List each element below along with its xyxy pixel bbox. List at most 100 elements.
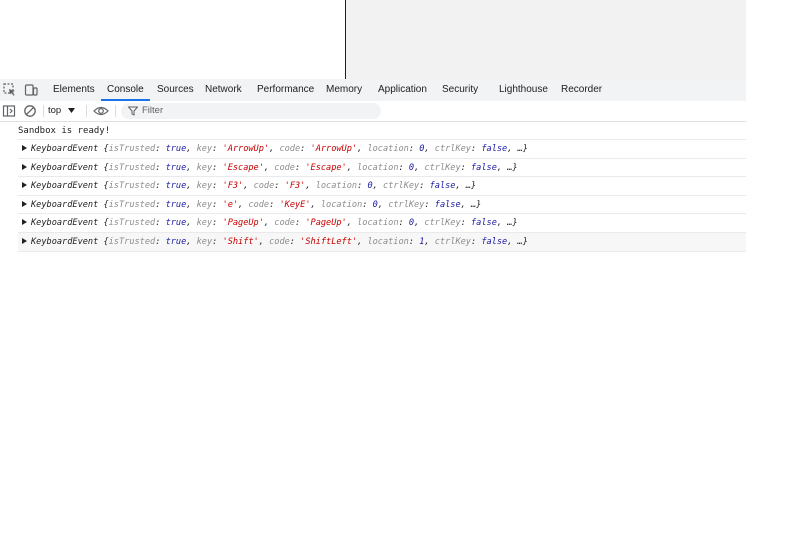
console-log-message: Sandbox is ready!	[18, 126, 111, 136]
value-code: 'ShiftLeft'	[300, 237, 358, 247]
console-event-row[interactable]: KeyboardEvent {isTrusted: true, key: 'Ar…	[18, 139, 746, 158]
tab-performance[interactable]: Performance	[251, 79, 320, 101]
syntax-token: :	[424, 199, 435, 210]
filter-icon	[128, 106, 138, 116]
value-key: 'Shift'	[222, 237, 259, 247]
tab-lighthouse[interactable]: Lighthouse	[493, 79, 554, 101]
event-type: KeyboardEvent	[31, 199, 99, 210]
console-event-row[interactable]: KeyboardEvent {isTrusted: true, key: 'Pa…	[18, 213, 746, 232]
syntax-token: ,	[186, 218, 197, 229]
syntax-token: ,	[346, 162, 358, 173]
syntax-token: , …}	[460, 199, 482, 210]
syntax-token: :	[460, 218, 471, 229]
sidebar-toggle-icon[interactable]	[2, 104, 16, 118]
syntax-token: :	[212, 199, 223, 210]
value-code: 'F3'	[284, 181, 306, 192]
filter-input[interactable]: Filter	[121, 103, 381, 119]
value-ctrlkey: false	[481, 237, 508, 247]
syntax-token: :	[470, 237, 482, 247]
tab-console[interactable]: Console	[101, 79, 150, 101]
console-event-row[interactable]: KeyboardEvent {isTrusted: true, key: 'F3…	[18, 176, 746, 195]
value-code: 'Escape'	[305, 162, 347, 173]
live-expression-eye-icon[interactable]	[93, 104, 109, 118]
expand-triangle-icon[interactable]	[22, 182, 27, 189]
syntax-token: :	[155, 181, 166, 192]
tab-elements[interactable]: Elements	[47, 79, 101, 101]
syntax-token: ,	[357, 237, 368, 247]
syntax-token: ,	[269, 144, 280, 154]
inspect-element-icon[interactable]	[3, 83, 17, 97]
syntax-token: :	[155, 144, 166, 154]
syntax-token: ctrlKey	[424, 162, 461, 173]
syntax-token: ctrlKey	[434, 144, 471, 154]
toolbar-divider	[43, 105, 44, 117]
syntax-token: ,	[357, 144, 368, 154]
syntax-token: isTrusted	[108, 218, 156, 229]
value-key: 'ArrowUp'	[222, 144, 270, 154]
tab-sources[interactable]: Sources	[151, 79, 200, 101]
tab-recorder[interactable]: Recorder	[555, 79, 608, 101]
event-summary: KeyboardEvent {isTrusted: true, key: 'Es…	[31, 159, 518, 177]
expand-triangle-icon[interactable]	[22, 200, 27, 207]
value-key: 'e'	[222, 199, 239, 210]
syntax-token: ,	[186, 144, 197, 154]
event-type: KeyboardEvent	[31, 237, 99, 247]
syntax-token: :	[155, 162, 166, 173]
clear-console-icon[interactable]	[23, 104, 37, 118]
context-selector[interactable]: top	[48, 103, 75, 119]
side-panel	[346, 0, 746, 79]
tab-memory[interactable]: Memory	[320, 79, 368, 101]
syntax-token: :	[408, 144, 420, 154]
expand-triangle-icon[interactable]	[22, 238, 27, 244]
expand-triangle-icon[interactable]	[22, 219, 27, 226]
tab-network[interactable]: Network	[199, 79, 248, 101]
syntax-token: ,	[263, 162, 275, 173]
syntax-token: {	[98, 144, 109, 154]
syntax-token: isTrusted	[108, 162, 156, 173]
syntax-token: {	[98, 199, 109, 210]
syntax-token: ,	[414, 218, 425, 229]
value-istrusted: true	[165, 162, 187, 173]
syntax-token: key	[196, 144, 213, 154]
syntax-token: ctrlKey	[424, 218, 461, 229]
device-toolbar-icon[interactable]	[24, 83, 38, 97]
syntax-token: code	[253, 181, 275, 192]
event-type: KeyboardEvent	[31, 218, 99, 229]
syntax-token: location	[357, 162, 399, 173]
context-label: top	[48, 105, 62, 116]
syntax-token: :	[294, 218, 306, 229]
syntax-token: :	[408, 237, 420, 247]
syntax-token: location	[367, 237, 409, 247]
tab-security[interactable]: Security	[436, 79, 484, 101]
syntax-token: :	[357, 181, 368, 192]
syntax-token: ,	[238, 199, 249, 210]
syntax-token: ,	[377, 199, 389, 210]
pane-splitter[interactable]	[345, 0, 346, 79]
syntax-token: :	[419, 181, 430, 192]
syntax-token: location	[357, 218, 399, 229]
console-event-row[interactable]: KeyboardEvent {isTrusted: true, key: 'Sh…	[18, 232, 746, 252]
chevron-down-icon	[67, 107, 75, 113]
console-event-row[interactable]: KeyboardEvent {isTrusted: true, key: 'e'…	[18, 194, 746, 214]
filter-placeholder: Filter	[142, 105, 164, 116]
syntax-token: :	[212, 144, 223, 154]
tab-application[interactable]: Application	[372, 79, 433, 101]
value-istrusted: true	[165, 181, 187, 192]
value-istrusted: true	[165, 199, 187, 210]
event-type: KeyboardEvent	[31, 144, 99, 154]
syntax-token: ,	[186, 237, 197, 247]
syntax-token: :	[362, 199, 373, 210]
event-summary: KeyboardEvent {isTrusted: true, key: 'e'…	[31, 196, 481, 214]
syntax-token: :	[300, 144, 311, 154]
expand-triangle-icon[interactable]	[22, 163, 27, 170]
syntax-token: , …}	[507, 144, 528, 154]
expand-triangle-icon[interactable]	[22, 145, 27, 151]
syntax-token: ,	[424, 144, 435, 154]
syntax-token: location	[320, 199, 363, 210]
console-event-row[interactable]: KeyboardEvent {isTrusted: true, key: 'Es…	[18, 157, 746, 177]
syntax-token: code	[274, 218, 295, 229]
syntax-token: ,	[310, 199, 321, 210]
syntax-token: isTrusted	[108, 199, 156, 210]
syntax-token: :	[274, 181, 285, 192]
syntax-token: key	[196, 181, 213, 192]
